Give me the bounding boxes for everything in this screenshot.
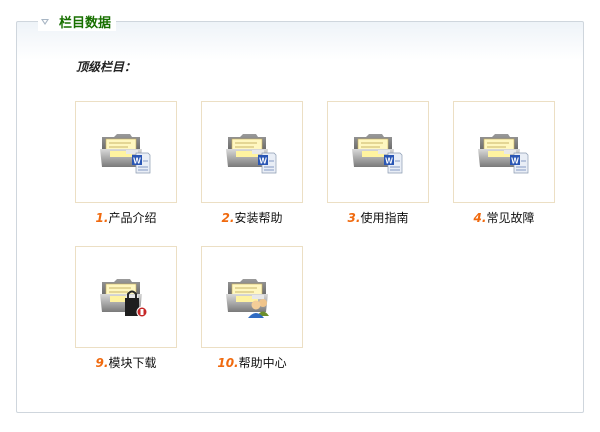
column-item[interactable]: W 1.产品介绍 <box>75 101 177 226</box>
svg-text:W: W <box>511 156 519 165</box>
item-label[interactable]: 产品介绍 <box>108 211 156 225</box>
item-caption[interactable]: 1.产品介绍 <box>75 209 177 226</box>
item-number: 9. <box>95 356 109 370</box>
item-number: 3. <box>347 211 361 225</box>
column-item[interactable]: W 4.常见故障 <box>453 101 555 226</box>
item-caption[interactable]: 9.模块下载 <box>75 354 177 371</box>
svg-text:W: W <box>133 156 141 165</box>
subtitle: 顶级栏目： <box>76 60 137 74</box>
item-number: 10. <box>217 356 239 370</box>
item-label[interactable]: 帮助中心 <box>239 356 287 370</box>
item-caption[interactable]: 10.帮助中心 <box>201 354 303 371</box>
collapse-triangle-icon[interactable] <box>41 19 49 25</box>
item-label[interactable]: 常见故障 <box>486 211 534 225</box>
column-item[interactable]: W 2.安装帮助 <box>201 101 303 226</box>
folder-users-icon <box>225 278 269 318</box>
item-thumbnail[interactable] <box>201 246 303 348</box>
folder-word-icon: W <box>99 133 151 174</box>
item-caption[interactable]: 2.安装帮助 <box>201 209 303 226</box>
panel-title: 栏目数据 <box>59 15 112 31</box>
item-label[interactable]: 安装帮助 <box>234 211 282 225</box>
item-thumbnail[interactable] <box>75 246 177 348</box>
item-thumbnail[interactable]: W <box>201 101 303 203</box>
item-thumbnail[interactable]: W <box>327 101 429 203</box>
item-label[interactable]: 模块下载 <box>108 356 156 370</box>
folder-word-icon: W <box>351 133 403 174</box>
folder-word-icon: W <box>225 133 277 174</box>
item-thumbnail[interactable]: W <box>453 101 555 203</box>
item-thumbnail[interactable]: W <box>75 101 177 203</box>
svg-text:W: W <box>259 156 267 165</box>
item-caption[interactable]: 3.使用指南 <box>327 209 429 226</box>
item-caption[interactable]: 4.常见故障 <box>453 209 555 226</box>
column-item[interactable]: 10.帮助中心 <box>201 246 303 371</box>
item-label[interactable]: 使用指南 <box>360 211 408 225</box>
folder-word-icon: W <box>477 133 529 174</box>
panel-header: 栏目数据 <box>38 11 117 31</box>
folder-lock-icon <box>99 278 148 318</box>
item-number: 1. <box>95 211 109 225</box>
column-item[interactable]: 9.模块下载 <box>75 246 177 371</box>
column-item[interactable]: W 3.使用指南 <box>327 101 429 226</box>
item-number: 4. <box>473 211 487 225</box>
item-number: 2. <box>221 211 235 225</box>
svg-text:W: W <box>385 156 393 165</box>
